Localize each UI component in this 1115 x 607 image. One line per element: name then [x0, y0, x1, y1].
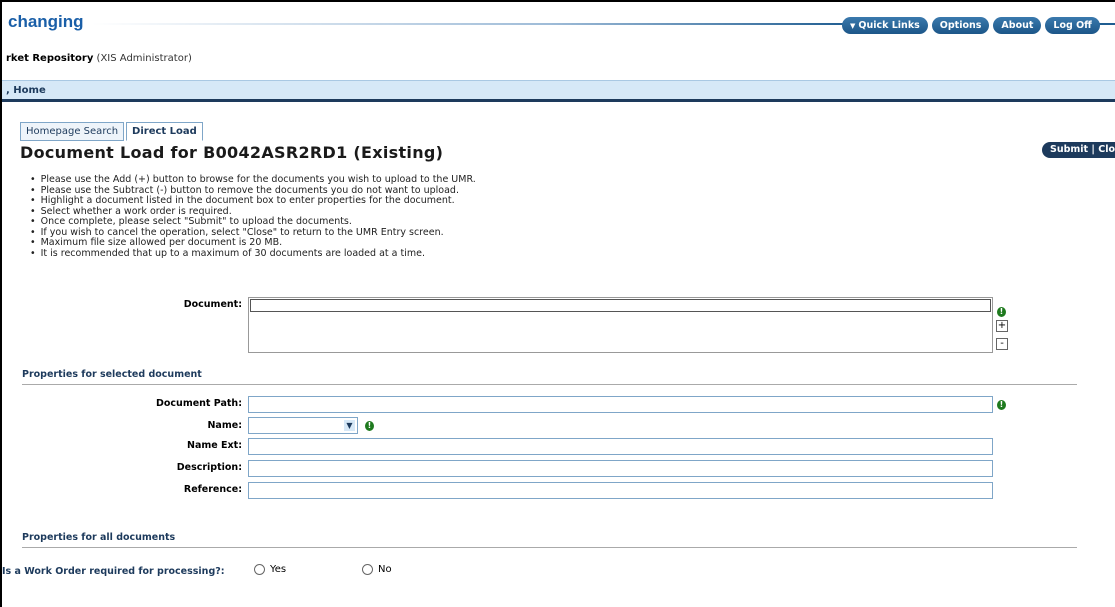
name-ext-field[interactable] — [248, 438, 993, 455]
work-order-label: Is a Work Order required for processing?… — [2, 566, 225, 577]
chevron-down-icon[interactable]: ▼ — [344, 420, 355, 431]
work-order-yes-option[interactable]: Yes — [254, 564, 286, 575]
instructions-list: Please use the Add (+) button to browse … — [40, 174, 476, 260]
page-title: Document Load for B0042ASR2RD1 (Existing… — [20, 143, 444, 162]
yes-label: Yes — [270, 564, 287, 575]
quick-links-label: Quick Links — [858, 20, 920, 31]
work-order-no-option[interactable]: No — [362, 564, 392, 575]
document-list-item-selected[interactable] — [250, 299, 991, 312]
tab-direct-load[interactable]: Direct Load — [126, 122, 203, 141]
section-divider — [22, 547, 1077, 548]
list-item: Please use the Add (+) button to browse … — [40, 174, 476, 186]
log-off-button[interactable]: Log Off — [1045, 17, 1100, 34]
header-divider — [92, 23, 852, 25]
tab-bar: Homepage Search Direct Load — [20, 122, 203, 141]
remove-document-button[interactable]: - — [996, 338, 1008, 350]
name-label: Name: — [207, 420, 242, 431]
quick-links-button[interactable]: ▼ Quick Links — [842, 17, 928, 34]
section-divider — [22, 384, 1077, 385]
description-field[interactable] — [248, 460, 993, 477]
app-name: rket Repository — [6, 53, 94, 64]
document-label: Document: — [183, 299, 242, 310]
user-role: (XIS Administrator) — [96, 53, 192, 64]
list-item: It is recommended that up to a maximum o… — [40, 248, 476, 260]
document-listbox[interactable] — [248, 297, 993, 353]
document-path-label: Document Path: — [156, 398, 242, 409]
name-ext-label: Name Ext: — [187, 440, 242, 451]
name-select[interactable]: ▼ — [248, 417, 358, 434]
options-button[interactable]: Options — [931, 17, 990, 34]
description-label: Description: — [176, 462, 242, 473]
about-button[interactable]: About — [993, 17, 1042, 34]
reference-field[interactable] — [248, 482, 993, 499]
breadcrumb: , Home — [2, 80, 1115, 102]
reference-label: Reference: — [183, 484, 242, 495]
top-navigation: ▼ Quick Links Options About Log Off — [842, 17, 1100, 34]
tab-homepage-search[interactable]: Homepage Search — [20, 122, 125, 141]
document-path-field[interactable] — [248, 396, 993, 413]
list-item: Highlight a document listed in the docum… — [40, 195, 476, 207]
header-divider-end — [1099, 23, 1115, 25]
all-properties-title: Properties for all documents — [22, 532, 176, 543]
page-actions: Submit | Clos — [1042, 142, 1115, 158]
required-icon: ! — [997, 307, 1006, 317]
no-radio[interactable] — [362, 564, 373, 575]
yes-radio[interactable] — [254, 564, 265, 575]
required-icon: ! — [997, 400, 1006, 410]
list-item: Maximum file size allowed per document i… — [40, 237, 476, 249]
no-label: No — [378, 564, 392, 575]
close-button[interactable]: Clos — [1098, 144, 1115, 155]
submit-button[interactable]: Submit — [1050, 144, 1088, 155]
selected-properties-title: Properties for selected document — [22, 369, 202, 380]
list-item: Once complete, please select "Submit" to… — [40, 216, 476, 228]
add-document-button[interactable]: + — [996, 320, 1008, 332]
breadcrumb-home-link[interactable]: , Home — [6, 85, 46, 96]
app-subtitle: rket Repository (XIS Administrator) — [6, 53, 192, 64]
required-icon: ! — [365, 421, 374, 431]
actions-separator: | — [1091, 144, 1095, 155]
brand-logo-text: changing — [8, 12, 84, 31]
chevron-down-icon: ▼ — [850, 22, 856, 30]
